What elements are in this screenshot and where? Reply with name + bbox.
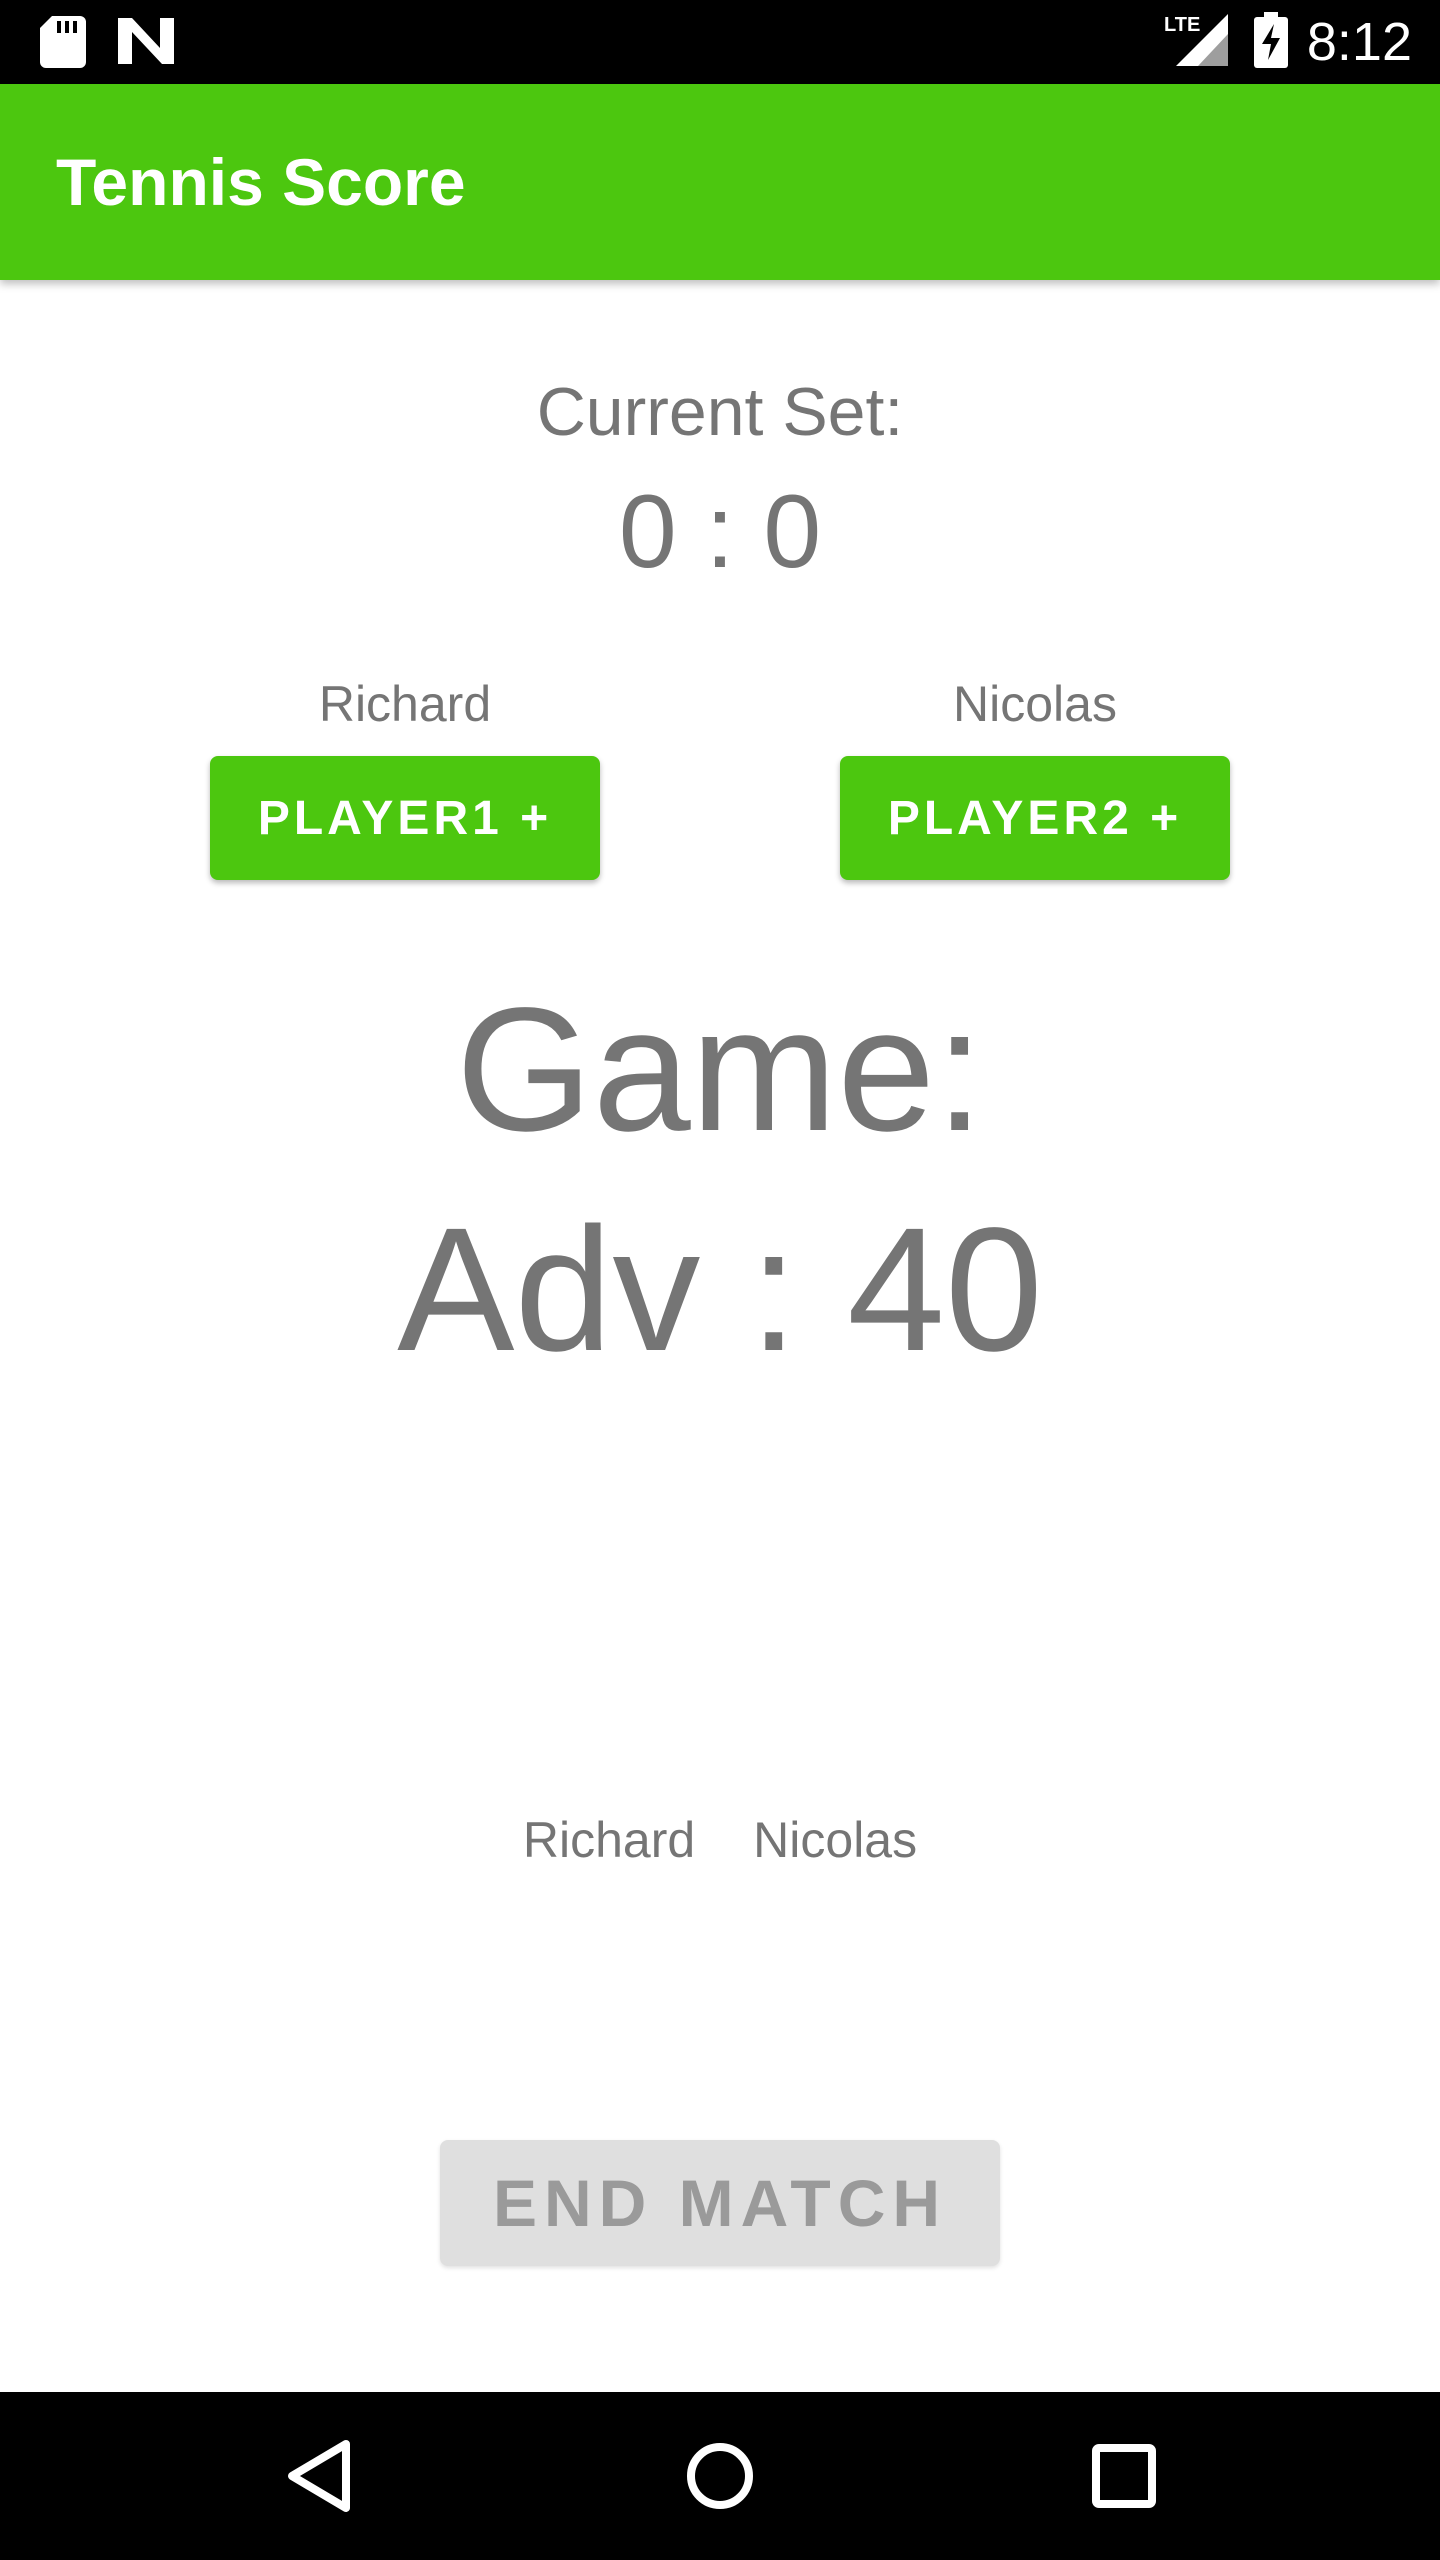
battery-charging-icon — [1254, 12, 1288, 68]
set-history-header: Richard Nicolas — [0, 1810, 1440, 1870]
status-bar: LTE 8:12 — [0, 0, 1440, 84]
set-history-player1-name: Richard — [522, 1812, 696, 1868]
lte-signal-icon — [1176, 14, 1228, 66]
current-set-label: Current Set: — [536, 374, 904, 450]
n-logo-icon — [118, 18, 174, 64]
current-set-score: 0 : 0 — [618, 474, 822, 590]
recents-icon[interactable] — [1074, 2426, 1174, 2526]
back-icon[interactable] — [270, 2426, 370, 2526]
end-match-button[interactable]: END MATCH — [440, 2140, 1000, 2266]
app-title: Tennis Score — [56, 145, 466, 219]
sd-card-icon — [40, 16, 86, 68]
game-score: Adv : 40 — [397, 1192, 1043, 1388]
status-time: 8:12 — [1306, 12, 1412, 72]
player1-name: Richard — [318, 676, 492, 732]
home-icon[interactable] — [670, 2426, 770, 2526]
set-history-player2-name: Nicolas — [753, 1812, 918, 1868]
player2-name: Nicolas — [953, 676, 1117, 732]
player1-add-point-button[interactable]: PLAYER1 + — [210, 756, 600, 880]
navigation-bar — [0, 2392, 1440, 2560]
app-bar: Tennis Score — [0, 84, 1440, 280]
game-label: Game: — [455, 972, 985, 1168]
player2-add-point-button[interactable]: PLAYER2 + — [840, 756, 1230, 880]
